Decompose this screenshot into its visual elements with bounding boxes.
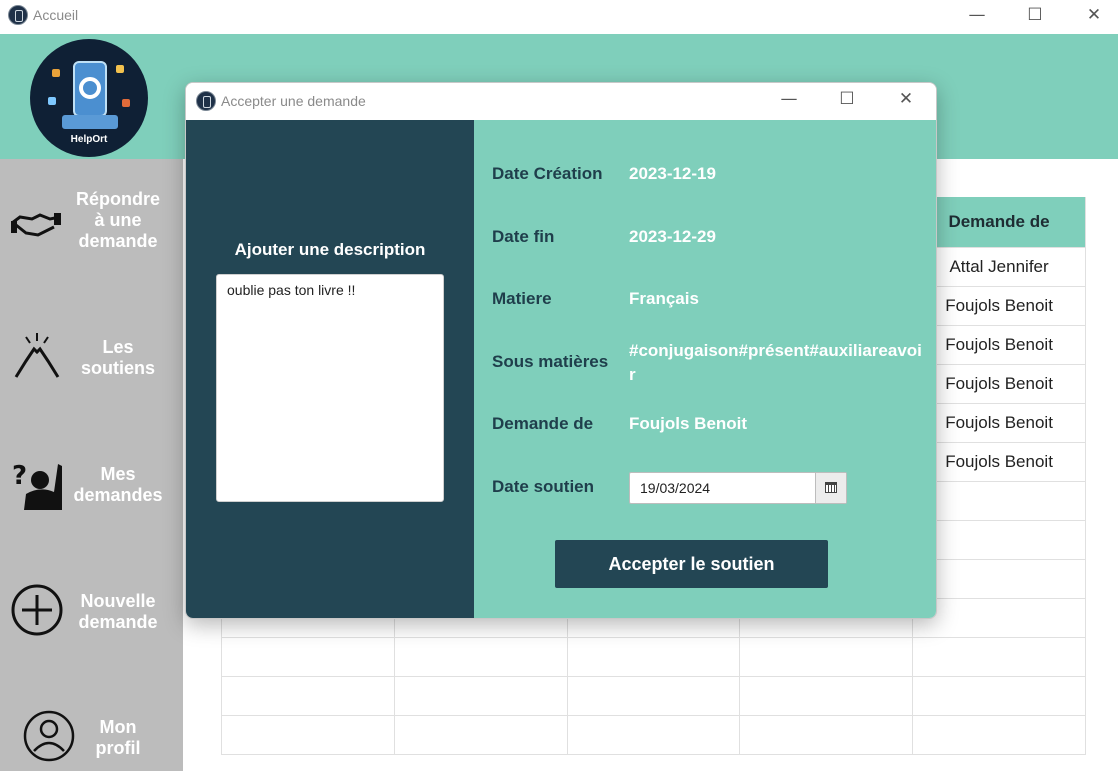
nav-mes-demandes[interactable]: ? Mes demandes — [0, 456, 183, 516]
demande-de-value: Foujols Benoit — [629, 414, 748, 433]
nav-soutiens-line2: soutiens — [80, 358, 155, 378]
table-cell-demande-de — [912, 520, 1086, 560]
table-cell-demande-de: Foujols Benoit — [912, 364, 1086, 404]
date-soutien-label: Date soutien — [492, 477, 595, 496]
question-person-icon: ? — [12, 461, 62, 510]
handshake-icon — [11, 213, 61, 237]
nav-mes-demandes-line1: Mes — [100, 464, 136, 484]
table-cell-demande-de: Foujols Benoit — [912, 403, 1086, 443]
table-header-demande-de[interactable]: Demande de — [913, 197, 1085, 247]
table-cell-demande-de: Attal Jennifer — [912, 247, 1086, 287]
date-fin-label: Date fin — [492, 227, 555, 246]
window-title: Accueil — [33, 7, 79, 23]
nav-repondre-line3: demande — [78, 231, 158, 251]
plus-circle-icon — [11, 584, 63, 636]
nav-profil-line1: Mon — [99, 717, 137, 737]
date-creation-label: Date Création — [492, 164, 603, 183]
helport-logo[interactable]: HelpOrt — [30, 39, 148, 157]
app-icon — [8, 5, 28, 25]
accept-support-button[interactable]: Accepter le soutien — [555, 540, 828, 588]
nav-nouvelle-demande[interactable]: Nouvelle demande — [0, 583, 183, 643]
date-creation-value: 2023-12-19 — [629, 164, 716, 183]
sidebar: Répondre à une demande Les soutiens ? Me… — [0, 159, 183, 771]
nav-repondre-demande[interactable]: Répondre à une demande — [0, 189, 183, 269]
nav-mon-profil[interactable]: Mon profil — [0, 709, 183, 769]
matiere-value: Français — [629, 289, 699, 308]
table-cell-demande-de — [912, 637, 1086, 677]
table-cell-demande-de — [912, 598, 1086, 638]
window-titlebar: Accueil — ☐ ✕ — [0, 0, 1118, 32]
dialog-maximize-button[interactable]: ☐ — [824, 86, 870, 114]
nav-les-soutiens[interactable]: Les soutiens — [0, 331, 183, 391]
nav-nouvelle-line2: demande — [78, 612, 158, 632]
dialog-close-button[interactable]: ✕ — [883, 86, 929, 114]
nav-profil-line2: profil — [95, 738, 141, 758]
calendar-icon — [825, 482, 837, 493]
nav-mes-demandes-line2: demandes — [73, 485, 163, 505]
dialog-minimize-button[interactable]: — — [766, 86, 812, 114]
high-five-icon — [14, 333, 60, 378]
dialog-app-icon — [196, 91, 216, 111]
nav-soutiens-line1: Les — [102, 337, 134, 357]
nav-repondre-line2: à une — [94, 210, 142, 230]
accept-request-dialog: Accepter une demande — ☐ ✕ Ajouter une d… — [185, 82, 937, 619]
date-fin-value: 2023-12-29 — [629, 227, 716, 246]
description-panel: Ajouter une description oublie pas ton l… — [186, 120, 474, 618]
details-panel: Date Création 2023-12-19 Date fin 2023-1… — [474, 120, 936, 618]
minimize-button[interactable]: — — [954, 2, 1000, 30]
matiere-label: Matiere — [492, 289, 552, 308]
table-cell-demande-de — [912, 481, 1086, 521]
date-soutien-picker[interactable]: 19/03/2024 — [629, 472, 847, 504]
sous-matieres-label: Sous matières — [492, 352, 609, 371]
table-cell-demande-de: Foujols Benoit — [912, 442, 1086, 482]
table-row[interactable] — [221, 715, 1086, 755]
description-textarea[interactable]: oublie pas ton livre !! — [216, 274, 444, 502]
close-button[interactable]: ✕ — [1071, 2, 1117, 30]
calendar-button[interactable] — [815, 473, 846, 503]
table-cell-demande-de — [912, 559, 1086, 599]
table-cell-demande-de: Foujols Benoit — [912, 325, 1086, 365]
table-row[interactable] — [221, 637, 1086, 677]
table-cell-demande-de: Foujols Benoit — [912, 286, 1086, 326]
table-cell-demande-de — [912, 715, 1086, 755]
table-cell-demande-de — [912, 676, 1086, 716]
svg-text:?: ? — [12, 461, 27, 491]
dialog-title: Accepter une demande — [221, 93, 366, 109]
nav-nouvelle-line1: Nouvelle — [80, 591, 156, 611]
dialog-titlebar: Accepter une demande — ☐ ✕ — [186, 83, 936, 120]
sous-matieres-value: #conjugaison#présent#auxiliareavoir — [629, 341, 922, 384]
nav-repondre-line1: Répondre — [75, 189, 160, 209]
demande-de-label: Demande de — [492, 414, 594, 433]
date-soutien-value[interactable]: 19/03/2024 — [640, 480, 710, 496]
description-label: Ajouter une description — [234, 240, 426, 259]
table-row[interactable] — [221, 676, 1086, 716]
maximize-button[interactable]: ☐ — [1012, 2, 1058, 30]
logo-text: HelpOrt — [70, 134, 108, 145]
